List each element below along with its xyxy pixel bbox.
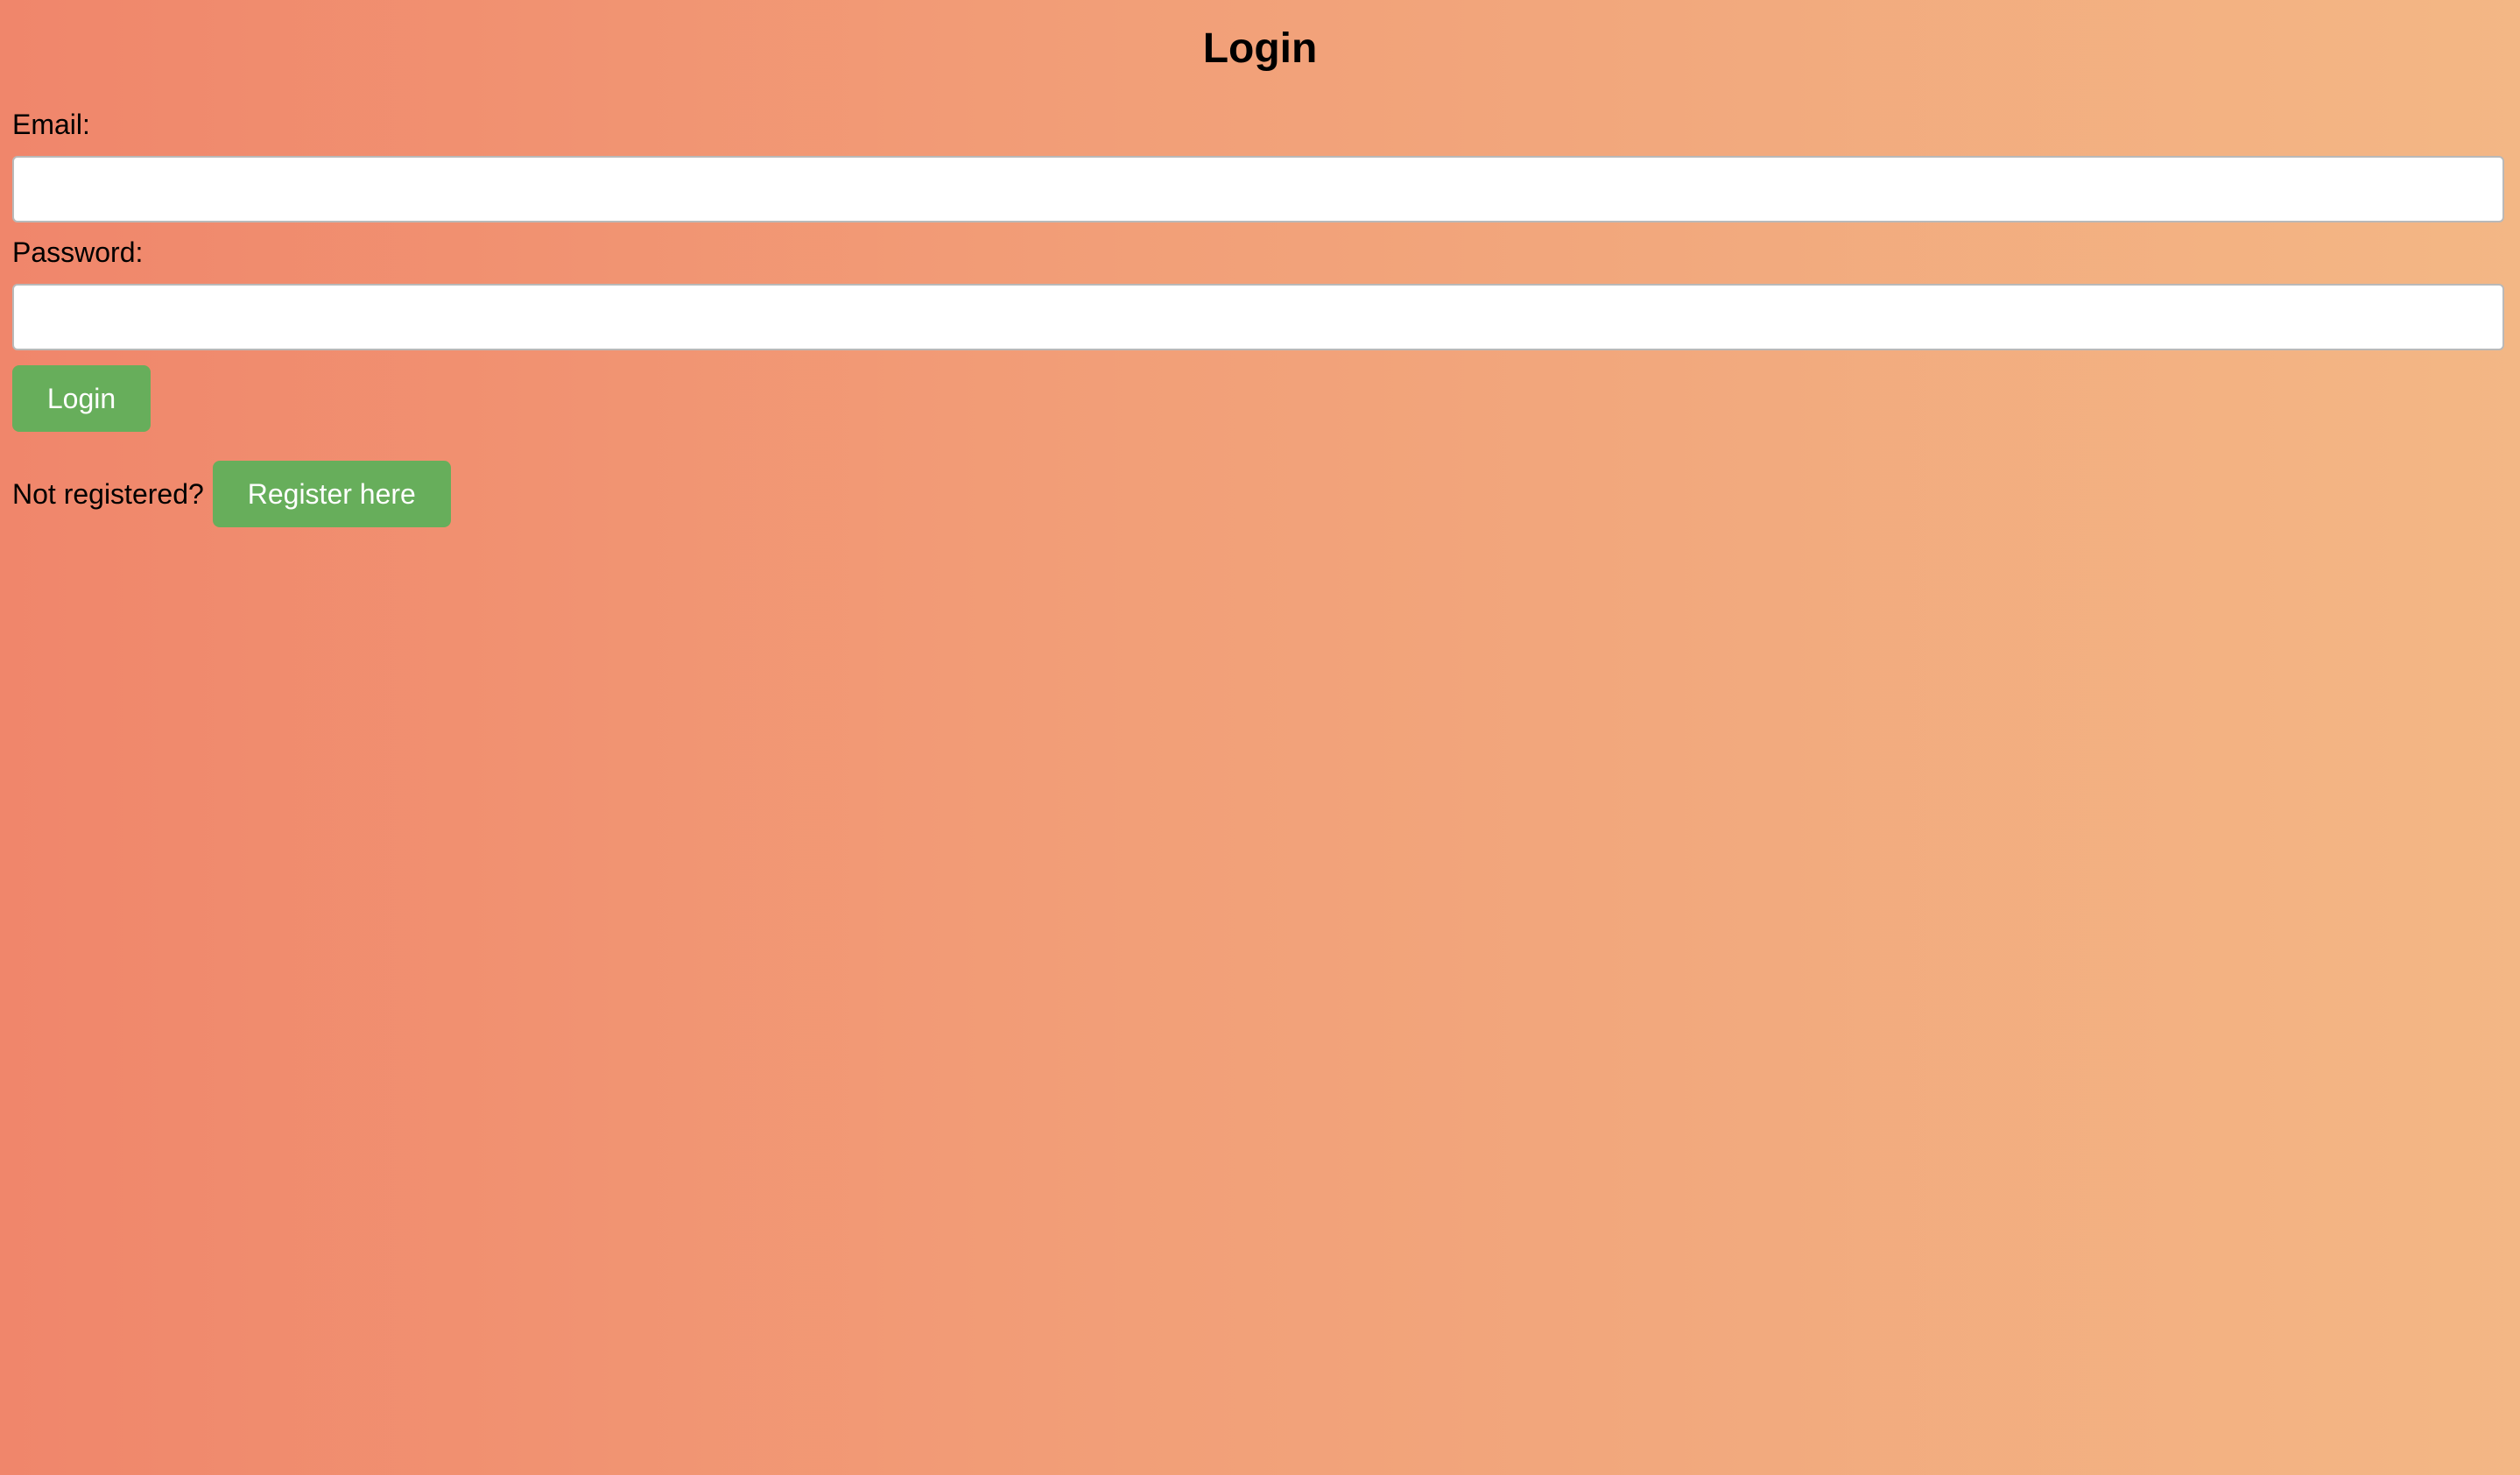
login-page: Login Email: Password: Login Not registe… bbox=[0, 0, 2520, 1475]
login-button[interactable]: Login bbox=[12, 365, 151, 432]
register-button[interactable]: Register here bbox=[212, 461, 451, 527]
email-label: Email: bbox=[12, 109, 90, 140]
register-row: Not registered? Register here bbox=[12, 461, 451, 527]
email-input[interactable] bbox=[12, 156, 2504, 222]
page-title: Login bbox=[1202, 25, 1318, 72]
register-prompt: Not registered? bbox=[12, 478, 204, 510]
password-label: Password: bbox=[12, 236, 144, 268]
password-input[interactable] bbox=[12, 284, 2504, 350]
